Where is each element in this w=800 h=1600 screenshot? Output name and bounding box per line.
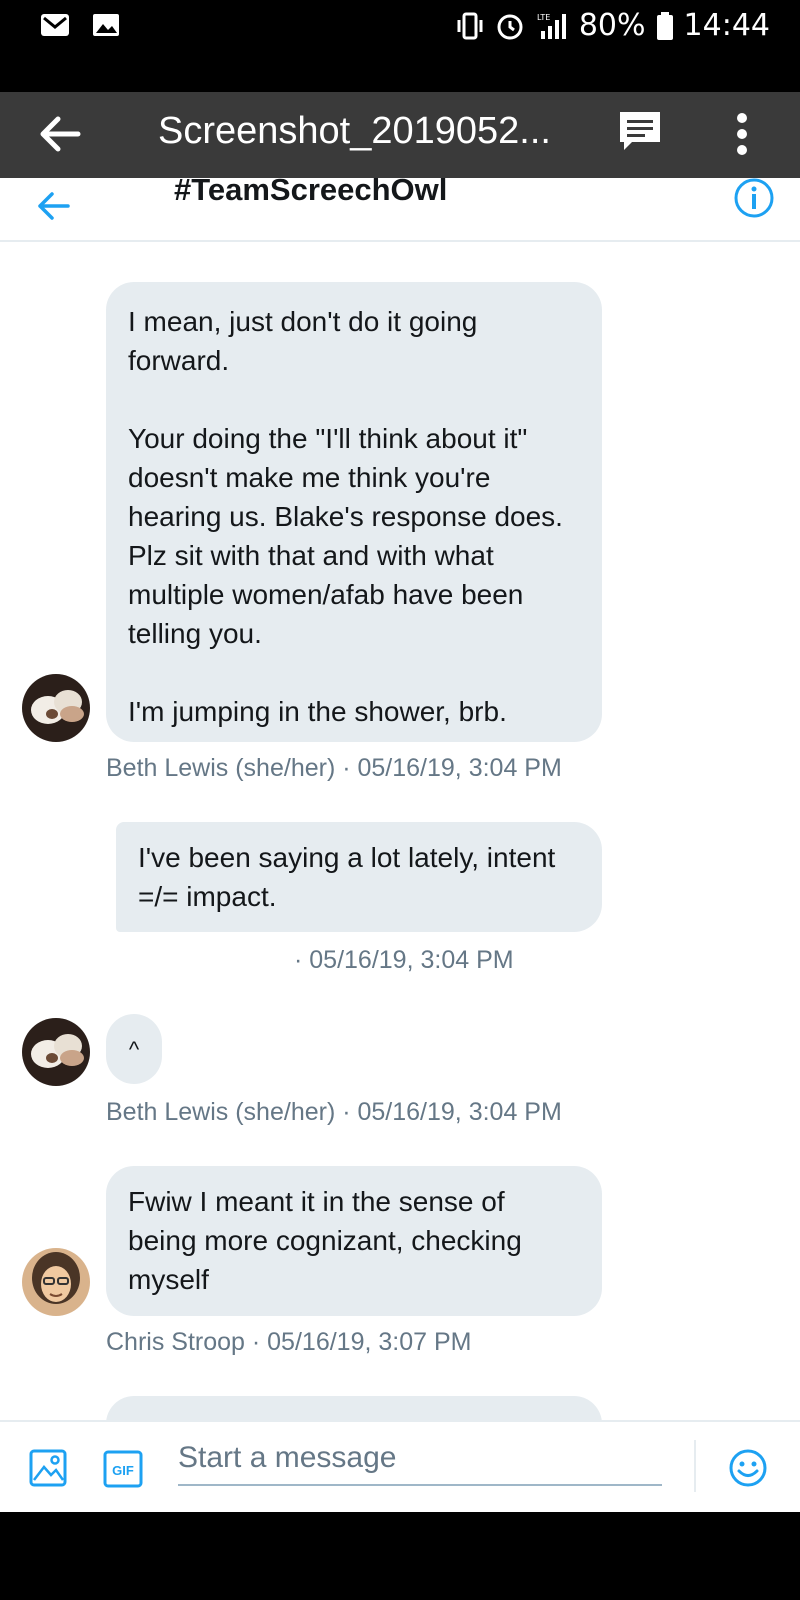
- vibrate-icon: [457, 12, 483, 39]
- status-bar: LTE 80% 14:44: [0, 0, 800, 92]
- dm-back-icon[interactable]: [34, 186, 74, 226]
- clock: 14:44: [683, 8, 770, 43]
- message-text: ^: [128, 1037, 140, 1062]
- battery-percent: 80%: [578, 8, 646, 43]
- network-label: LTE: [537, 13, 550, 22]
- message-meta: Chris Stroop · 05/16/19, 3:07 PM: [106, 1328, 472, 1356]
- message-input[interactable]: Start a message: [178, 1432, 662, 1486]
- conversation-title: #TeamScreechOwl: [174, 172, 448, 207]
- message-meta: Beth Lewis (she/her) · 05/16/19, 3:04 PM: [106, 1098, 562, 1126]
- message-bubble[interactable]: I've been saying a lot lately, intent =/…: [116, 822, 602, 932]
- message-bubble[interactable]: I mean, just don't do it going forward. …: [106, 282, 602, 742]
- info-icon[interactable]: [732, 176, 776, 220]
- message-text: Fwiw I meant it in the sense of being mo…: [128, 1186, 530, 1295]
- avatar-beth-lewis[interactable]: [22, 674, 90, 742]
- more-options-icon[interactable]: [734, 110, 750, 158]
- message-meta: · 05/16/19, 3:04 PM: [294, 946, 514, 974]
- avatar-chris-stroop[interactable]: [22, 1248, 90, 1316]
- message-text: I mean, just don't do it going forward. …: [128, 306, 563, 727]
- back-arrow-icon[interactable]: [38, 112, 82, 156]
- system-navigation-bar: [0, 1512, 800, 1600]
- viewer-title: Screenshot_2019052...: [158, 110, 551, 152]
- gif-label: GIF: [112, 1463, 134, 1478]
- composer-divider: [694, 1440, 696, 1492]
- gallery-icon: [93, 14, 119, 36]
- image-icon[interactable]: [28, 1448, 68, 1488]
- signal-icon: LTE: [537, 13, 566, 39]
- message-bubble[interactable]: Fwiw I meant it in the sense of being mo…: [106, 1166, 602, 1316]
- message-icon[interactable]: [616, 108, 664, 156]
- message-meta: Beth Lewis (she/her) · 05/16/19, 3:04 PM: [106, 754, 562, 782]
- viewer-toolbar: Screenshot_2019052...: [0, 92, 800, 178]
- message-composer: GIF Start a message: [0, 1420, 800, 1514]
- gif-icon[interactable]: GIF: [102, 1448, 144, 1490]
- message-text: I've been saying a lot lately, intent =/…: [138, 842, 564, 912]
- alarm-icon: [497, 14, 523, 39]
- avatar-beth-lewis[interactable]: [22, 1018, 90, 1086]
- conversation-header: #TeamScreechOwl: [0, 172, 800, 242]
- emoji-icon[interactable]: [728, 1448, 768, 1488]
- gmail-icon: [41, 14, 69, 36]
- battery-icon: [656, 11, 673, 40]
- message-bubble[interactable]: ^: [106, 1014, 162, 1084]
